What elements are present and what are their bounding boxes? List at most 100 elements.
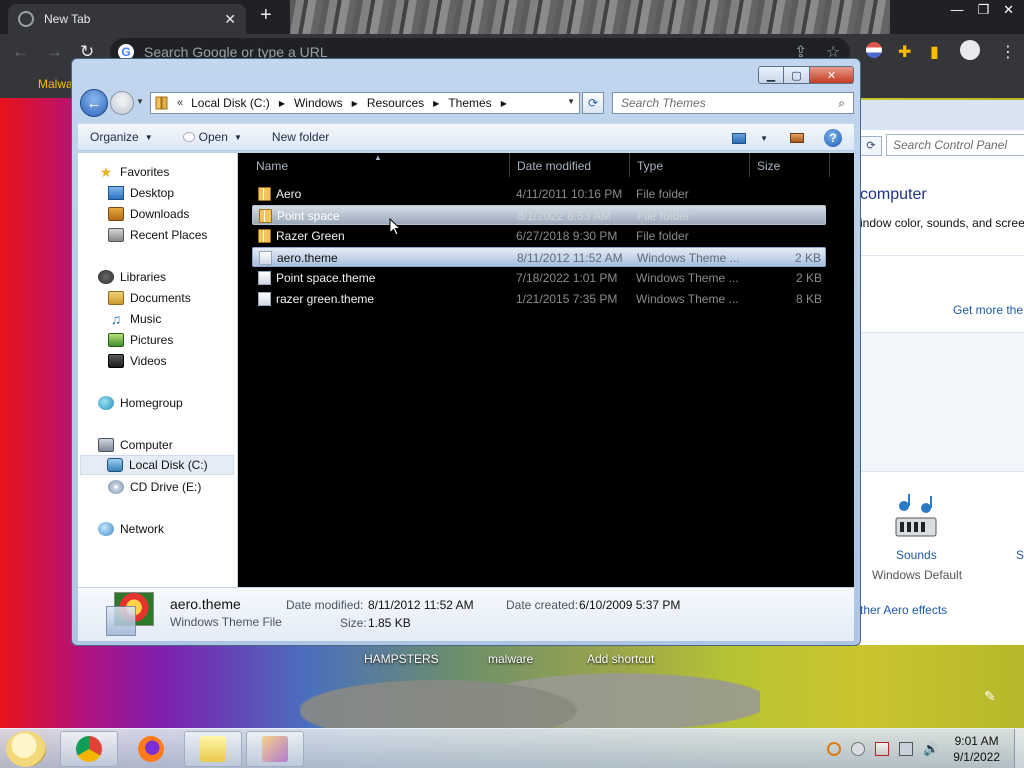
nav-favorites[interactable]: ★ Favorites bbox=[98, 162, 170, 182]
browser-restore-icon[interactable]: ❐ bbox=[977, 2, 989, 18]
command-bar-right: ▼ ? bbox=[732, 124, 854, 152]
sounds-link[interactable]: Sounds bbox=[896, 548, 937, 562]
control-panel-refresh-icon[interactable]: ⟳ bbox=[860, 136, 882, 156]
preview-pane-icon[interactable] bbox=[790, 133, 804, 143]
column-divider[interactable] bbox=[509, 153, 510, 177]
forward-button[interactable]: → bbox=[110, 91, 134, 115]
clock[interactable]: 9:01 AM 9/1/2022 bbox=[953, 733, 1000, 765]
search-input[interactable]: Search Themes ⌕ bbox=[612, 92, 854, 114]
extensions-puzzle-icon[interactable]: ✚ bbox=[898, 42, 911, 62]
taskbar-explorer[interactable] bbox=[184, 731, 242, 767]
file-date: 6/27/2018 9:30 PM bbox=[516, 229, 618, 243]
taskbar-chrome[interactable] bbox=[60, 731, 118, 767]
column-divider[interactable] bbox=[829, 153, 830, 177]
search-icon[interactable]: ⌕ bbox=[838, 96, 845, 111]
file-row[interactable]: razer green.theme 1/21/2015 7:35 PM Wind… bbox=[252, 289, 826, 309]
file-row[interactable]: Point space 8/1/2022 8:53 AM File folder bbox=[252, 205, 826, 225]
close-button[interactable]: ✕ bbox=[810, 66, 854, 84]
breadcrumb-themes[interactable]: Themes bbox=[448, 96, 491, 110]
theme-list-area bbox=[858, 332, 1024, 472]
nav-libraries[interactable]: Libraries bbox=[98, 267, 166, 287]
browser-tab-title: New Tab bbox=[44, 12, 91, 26]
browser-minimize-icon[interactable]: — bbox=[950, 2, 963, 18]
tray-app-icon[interactable] bbox=[851, 742, 866, 756]
control-panel-search-input[interactable]: Search Control Panel bbox=[886, 134, 1024, 156]
nav-documents[interactable]: Documents bbox=[108, 288, 191, 308]
nav-cd-drive[interactable]: CD Drive (E:) bbox=[108, 477, 201, 497]
side-panel-icon[interactable]: ▮ bbox=[930, 42, 939, 62]
new-tab-icon[interactable]: + bbox=[260, 4, 272, 27]
browser-back-icon[interactable]: ← bbox=[12, 42, 29, 62]
file-row[interactable]: aero.theme 8/11/2012 11:52 AM Windows Th… bbox=[252, 247, 826, 267]
sounds-icon[interactable] bbox=[892, 494, 940, 546]
breadcrumb-separator-icon[interactable]: ▶ bbox=[279, 99, 285, 108]
column-divider[interactable] bbox=[629, 153, 630, 177]
address-dropdown-icon[interactable]: ▼ bbox=[567, 97, 575, 106]
taskbar-firefox[interactable] bbox=[122, 731, 180, 767]
browser-close-icon[interactable]: ✕ bbox=[1003, 2, 1014, 18]
show-desktop-button[interactable] bbox=[1014, 729, 1024, 768]
column-date-modified[interactable]: Date modified bbox=[517, 159, 591, 173]
nav-homegroup[interactable]: Homegroup bbox=[98, 393, 183, 413]
open-button[interactable]: Open ▼ bbox=[182, 130, 242, 144]
close-tab-icon[interactable]: ✕ bbox=[224, 11, 236, 28]
aero-effects-link[interactable]: ther Aero effects bbox=[860, 603, 947, 617]
taskbar-personalization[interactable] bbox=[246, 731, 304, 767]
column-headers: ▲ Name Date modified Type Size bbox=[238, 153, 854, 177]
action-center-flag-icon[interactable] bbox=[875, 742, 890, 756]
organize-button[interactable]: Organize ▼ bbox=[90, 130, 153, 144]
nav-computer[interactable]: Computer bbox=[98, 435, 173, 455]
nav-desktop[interactable]: Desktop bbox=[108, 183, 174, 203]
breadcrumb-separator-icon[interactable]: ▶ bbox=[433, 99, 439, 108]
extension-flag-icon[interactable] bbox=[866, 42, 882, 58]
nav-downloads[interactable]: Downloads bbox=[108, 204, 189, 224]
maximize-button[interactable]: ▢ bbox=[784, 66, 810, 84]
column-type[interactable]: Type bbox=[637, 159, 663, 173]
start-button[interactable] bbox=[6, 731, 46, 767]
breadcrumb-separator-icon[interactable]: ▶ bbox=[501, 99, 507, 108]
back-button[interactable]: ← bbox=[80, 89, 108, 117]
nav-label: Local Disk (C:) bbox=[129, 458, 208, 472]
breadcrumb-local-disk[interactable]: Local Disk (C:) bbox=[191, 96, 270, 110]
breadcrumb-separator-icon[interactable]: ▶ bbox=[352, 99, 358, 108]
column-size[interactable]: Size bbox=[757, 159, 780, 173]
nav-network[interactable]: Network bbox=[98, 519, 164, 539]
recent-pages-icon[interactable]: ▼ bbox=[136, 97, 144, 106]
browser-menu-icon[interactable]: ⋮ bbox=[1000, 42, 1016, 62]
file-row[interactable]: Aero 4/11/2011 10:16 PM File folder bbox=[252, 184, 826, 204]
view-options-icon[interactable]: ▼ bbox=[754, 134, 768, 143]
bookmark-item[interactable]: Malwa bbox=[38, 77, 73, 91]
file-row[interactable]: Razer Green 6/27/2018 9:30 PM File folde… bbox=[252, 226, 826, 246]
column-name[interactable]: Name bbox=[256, 159, 288, 173]
column-divider[interactable] bbox=[749, 153, 750, 177]
help-icon[interactable]: ? bbox=[824, 129, 842, 147]
nav-videos[interactable]: Videos bbox=[108, 351, 166, 371]
pencil-icon[interactable]: ✎ bbox=[984, 688, 996, 705]
volume-icon[interactable]: 🔊 bbox=[923, 742, 939, 756]
nav-pictures[interactable]: Pictures bbox=[108, 330, 173, 350]
screen-saver-link[interactable]: S bbox=[1016, 548, 1024, 562]
theme-file-overlay-icon bbox=[106, 606, 136, 636]
nav-recent-places[interactable]: Recent Places bbox=[108, 225, 207, 245]
address-bar[interactable]: « Local Disk (C:) ▶ Windows ▶ Resources … bbox=[150, 92, 580, 114]
minimize-button[interactable]: ▁ bbox=[758, 66, 784, 84]
nav-music[interactable]: ♫ Music bbox=[108, 309, 162, 329]
desktop-shortcut-hampsters[interactable]: HAMPSTERS bbox=[364, 652, 439, 666]
nav-local-disk[interactable]: Local Disk (C:) bbox=[80, 455, 234, 475]
desktop-shortcut-malware[interactable]: malware bbox=[488, 652, 533, 666]
breadcrumb-resources[interactable]: Resources bbox=[367, 96, 424, 110]
file-row[interactable]: Point space.theme 7/18/2022 1:01 PM Wind… bbox=[252, 268, 826, 288]
profile-avatar-icon[interactable] bbox=[960, 40, 980, 60]
browser-tab[interactable]: New Tab ✕ bbox=[8, 4, 246, 34]
new-folder-button[interactable]: New folder bbox=[272, 130, 329, 144]
breadcrumb-windows[interactable]: Windows bbox=[294, 96, 343, 110]
search-tray-icon[interactable] bbox=[827, 742, 842, 756]
browser-forward-icon[interactable]: → bbox=[46, 42, 63, 62]
refresh-button[interactable]: ⟳ bbox=[582, 92, 604, 114]
network-tray-icon[interactable] bbox=[899, 742, 914, 756]
get-more-themes-link[interactable]: Get more the bbox=[953, 303, 1023, 317]
breadcrumb-overflow-icon[interactable]: « bbox=[177, 97, 183, 109]
desktop-add-shortcut[interactable]: Add shortcut bbox=[587, 652, 654, 666]
nav-label: Recent Places bbox=[130, 228, 208, 242]
change-view-icon[interactable] bbox=[732, 132, 747, 144]
